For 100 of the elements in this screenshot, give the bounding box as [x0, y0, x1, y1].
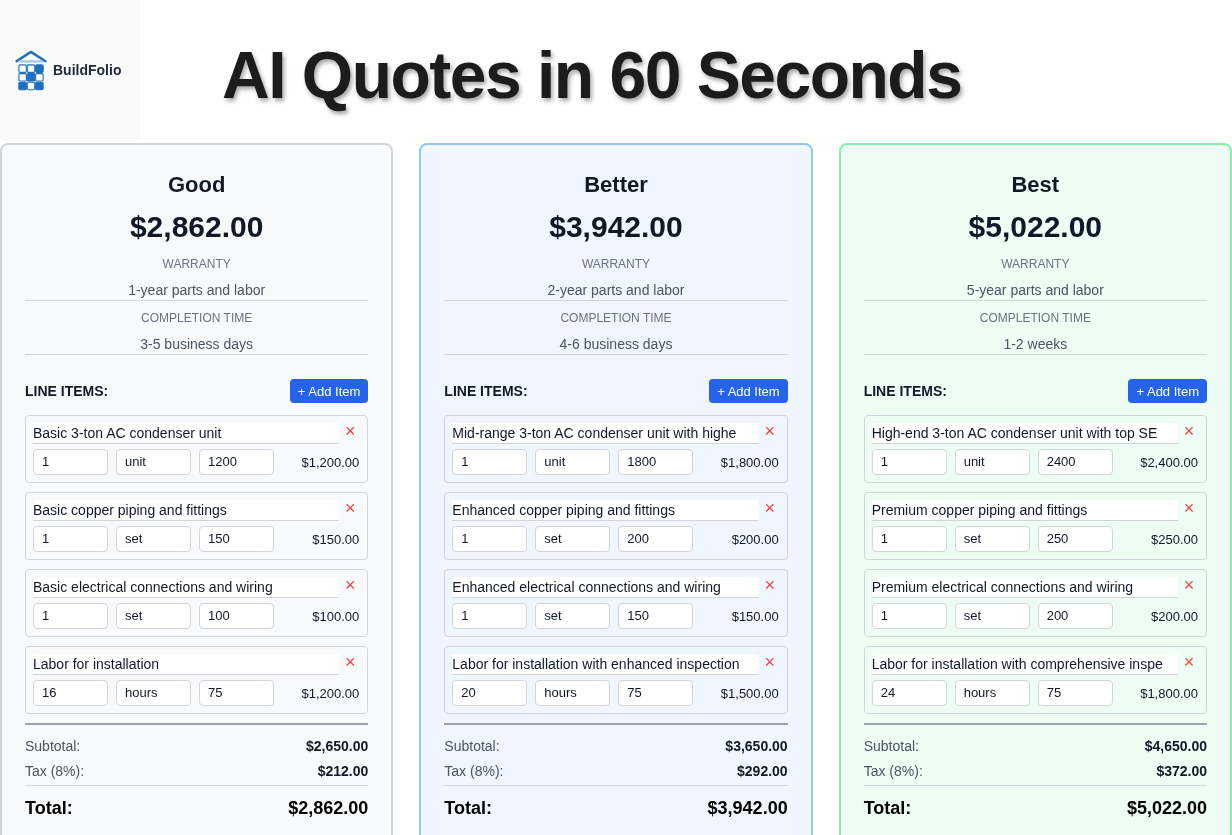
- unit-field[interactable]: hours: [116, 680, 191, 706]
- detail-value: 4-6 business days: [559, 335, 673, 354]
- line-amount: $1,800.00: [1140, 685, 1198, 701]
- quantity-field[interactable]: 16: [33, 680, 108, 706]
- remove-item-button[interactable]: ×: [760, 577, 779, 593]
- unit-field[interactable]: set: [116, 526, 191, 552]
- unit-field[interactable]: set: [954, 603, 1030, 629]
- quantity-field[interactable]: 20: [452, 680, 528, 706]
- add-item-button[interactable]: + Add Item: [289, 379, 369, 403]
- tier-price: $5,022.00: [968, 209, 1103, 245]
- remove-item-button[interactable]: ×: [760, 654, 779, 670]
- detail-label: WARRANTY: [1001, 256, 1070, 272]
- description-field[interactable]: Premium copper piping and fittings: [871, 500, 1178, 521]
- description-field[interactable]: Labor for installation with comprehensive inspe: [871, 654, 1178, 675]
- quantity-field[interactable]: 24: [871, 680, 947, 706]
- line-amount: $250.00: [1151, 531, 1198, 547]
- unit-field[interactable]: hours: [954, 680, 1030, 706]
- rate-field[interactable]: 1800: [618, 449, 694, 475]
- summary-value: $292.00: [737, 762, 788, 781]
- rate-field[interactable]: 150: [199, 526, 274, 552]
- remove-item-button[interactable]: ×: [341, 423, 360, 439]
- description-field[interactable]: Labor for installation with enhanced inspection: [452, 654, 759, 675]
- summary-label: Subtotal:: [863, 737, 919, 756]
- tier-price: $2,862.00: [129, 209, 264, 245]
- description-field[interactable]: High-end 3-ton AC condenser unit with top SE: [871, 423, 1178, 444]
- remove-item-button[interactable]: ×: [341, 500, 360, 516]
- remove-item-button[interactable]: ×: [1180, 423, 1198, 439]
- summary-label: Tax (8%):: [444, 762, 504, 781]
- detail-label: WARRANTY: [581, 256, 651, 272]
- rate-field[interactable]: 250: [1037, 526, 1113, 552]
- description-field[interactable]: Basic electrical connections and wiring: [33, 577, 340, 598]
- total-label: Total:: [25, 797, 73, 820]
- unit-field[interactable]: set: [116, 603, 191, 629]
- summary-value: $3,650.00: [725, 737, 788, 756]
- summary-value: $2,650.00: [306, 737, 369, 756]
- unit-field[interactable]: set: [954, 526, 1030, 552]
- remove-item-button[interactable]: ×: [760, 423, 779, 439]
- detail-label: WARRANTY: [162, 256, 231, 272]
- quantity-field[interactable]: 1: [871, 603, 947, 629]
- line-items-heading: LINE ITEMS:: [863, 383, 947, 399]
- detail-value: 2-year parts and labor: [547, 281, 685, 300]
- summary-value: $4,650.00: [1144, 737, 1207, 756]
- unit-field[interactable]: unit: [535, 449, 611, 475]
- remove-item-button[interactable]: ×: [341, 654, 360, 670]
- brand-name: BuildFolio: [53, 62, 122, 78]
- description-field[interactable]: Basic copper piping and fittings: [33, 500, 340, 521]
- line-amount: $100.00: [312, 608, 360, 624]
- quantity-field[interactable]: 1: [452, 526, 528, 552]
- unit-field[interactable]: hours: [535, 680, 611, 706]
- tier-price: $3,942.00: [549, 209, 683, 245]
- rate-field[interactable]: 100: [199, 603, 274, 629]
- quantity-field[interactable]: 1: [871, 449, 947, 475]
- line-amount: $1,200.00: [301, 685, 360, 701]
- description-field[interactable]: Premium electrical connections and wiring: [871, 577, 1178, 598]
- remove-item-button[interactable]: ×: [341, 577, 360, 593]
- summary-label: Tax (8%):: [863, 762, 923, 781]
- rate-field[interactable]: 2400: [1037, 449, 1113, 475]
- quantity-field[interactable]: 1: [33, 449, 108, 475]
- quantity-field[interactable]: 1: [452, 603, 528, 629]
- quantity-field[interactable]: 1: [33, 526, 108, 552]
- add-item-button[interactable]: + Add Item: [709, 379, 788, 403]
- quantity-field[interactable]: 1: [452, 449, 528, 475]
- remove-item-button[interactable]: ×: [1180, 654, 1198, 670]
- line-amount: $1,800.00: [720, 454, 779, 470]
- description-field[interactable]: Basic 3-ton AC condenser unit: [33, 423, 340, 444]
- rate-field[interactable]: 1200: [199, 449, 274, 475]
- rate-field[interactable]: 200: [618, 526, 694, 552]
- quantity-field[interactable]: 1: [871, 526, 947, 552]
- detail-value: 3-5 business days: [140, 335, 254, 354]
- unit-field[interactable]: unit: [116, 449, 191, 475]
- remove-item-button[interactable]: ×: [1180, 500, 1198, 516]
- rate-field[interactable]: 150: [618, 603, 694, 629]
- house-grid-logo-icon: [15, 49, 47, 91]
- headline: AI Quotes in 60 Seconds: [222, 37, 962, 114]
- summary-label: Tax (8%):: [25, 762, 85, 781]
- description-field[interactable]: Enhanced copper piping and fittings: [452, 500, 759, 521]
- unit-field[interactable]: set: [535, 603, 611, 629]
- unit-field[interactable]: set: [535, 526, 611, 552]
- rate-field[interactable]: 75: [618, 680, 694, 706]
- detail-label: COMPLETION TIME: [560, 310, 672, 326]
- line-amount: $2,400.00: [1140, 454, 1198, 470]
- detail-value: 1-2 weeks: [1003, 335, 1068, 354]
- total-value: $5,022.00: [1126, 797, 1207, 820]
- remove-item-button[interactable]: ×: [1180, 577, 1198, 593]
- total-label: Total:: [863, 797, 912, 820]
- rate-field[interactable]: 200: [1037, 603, 1113, 629]
- rate-field[interactable]: 75: [1037, 680, 1113, 706]
- line-amount: $200.00: [731, 531, 779, 547]
- line-amount: $1,200.00: [301, 454, 360, 470]
- tier-name: Better: [584, 171, 648, 199]
- quantity-field[interactable]: 1: [33, 603, 108, 629]
- rate-field[interactable]: 75: [199, 680, 274, 706]
- description-field[interactable]: Mid-range 3-ton AC condenser unit with highe: [452, 423, 759, 444]
- remove-item-button[interactable]: ×: [760, 500, 779, 516]
- summary-value: $372.00: [1156, 762, 1207, 781]
- line-amount: $150.00: [312, 531, 360, 547]
- add-item-button[interactable]: + Add Item: [1128, 379, 1207, 403]
- description-field[interactable]: Enhanced electrical connections and wiring: [452, 577, 759, 598]
- description-field[interactable]: Labor for installation: [33, 654, 340, 675]
- unit-field[interactable]: unit: [954, 449, 1030, 475]
